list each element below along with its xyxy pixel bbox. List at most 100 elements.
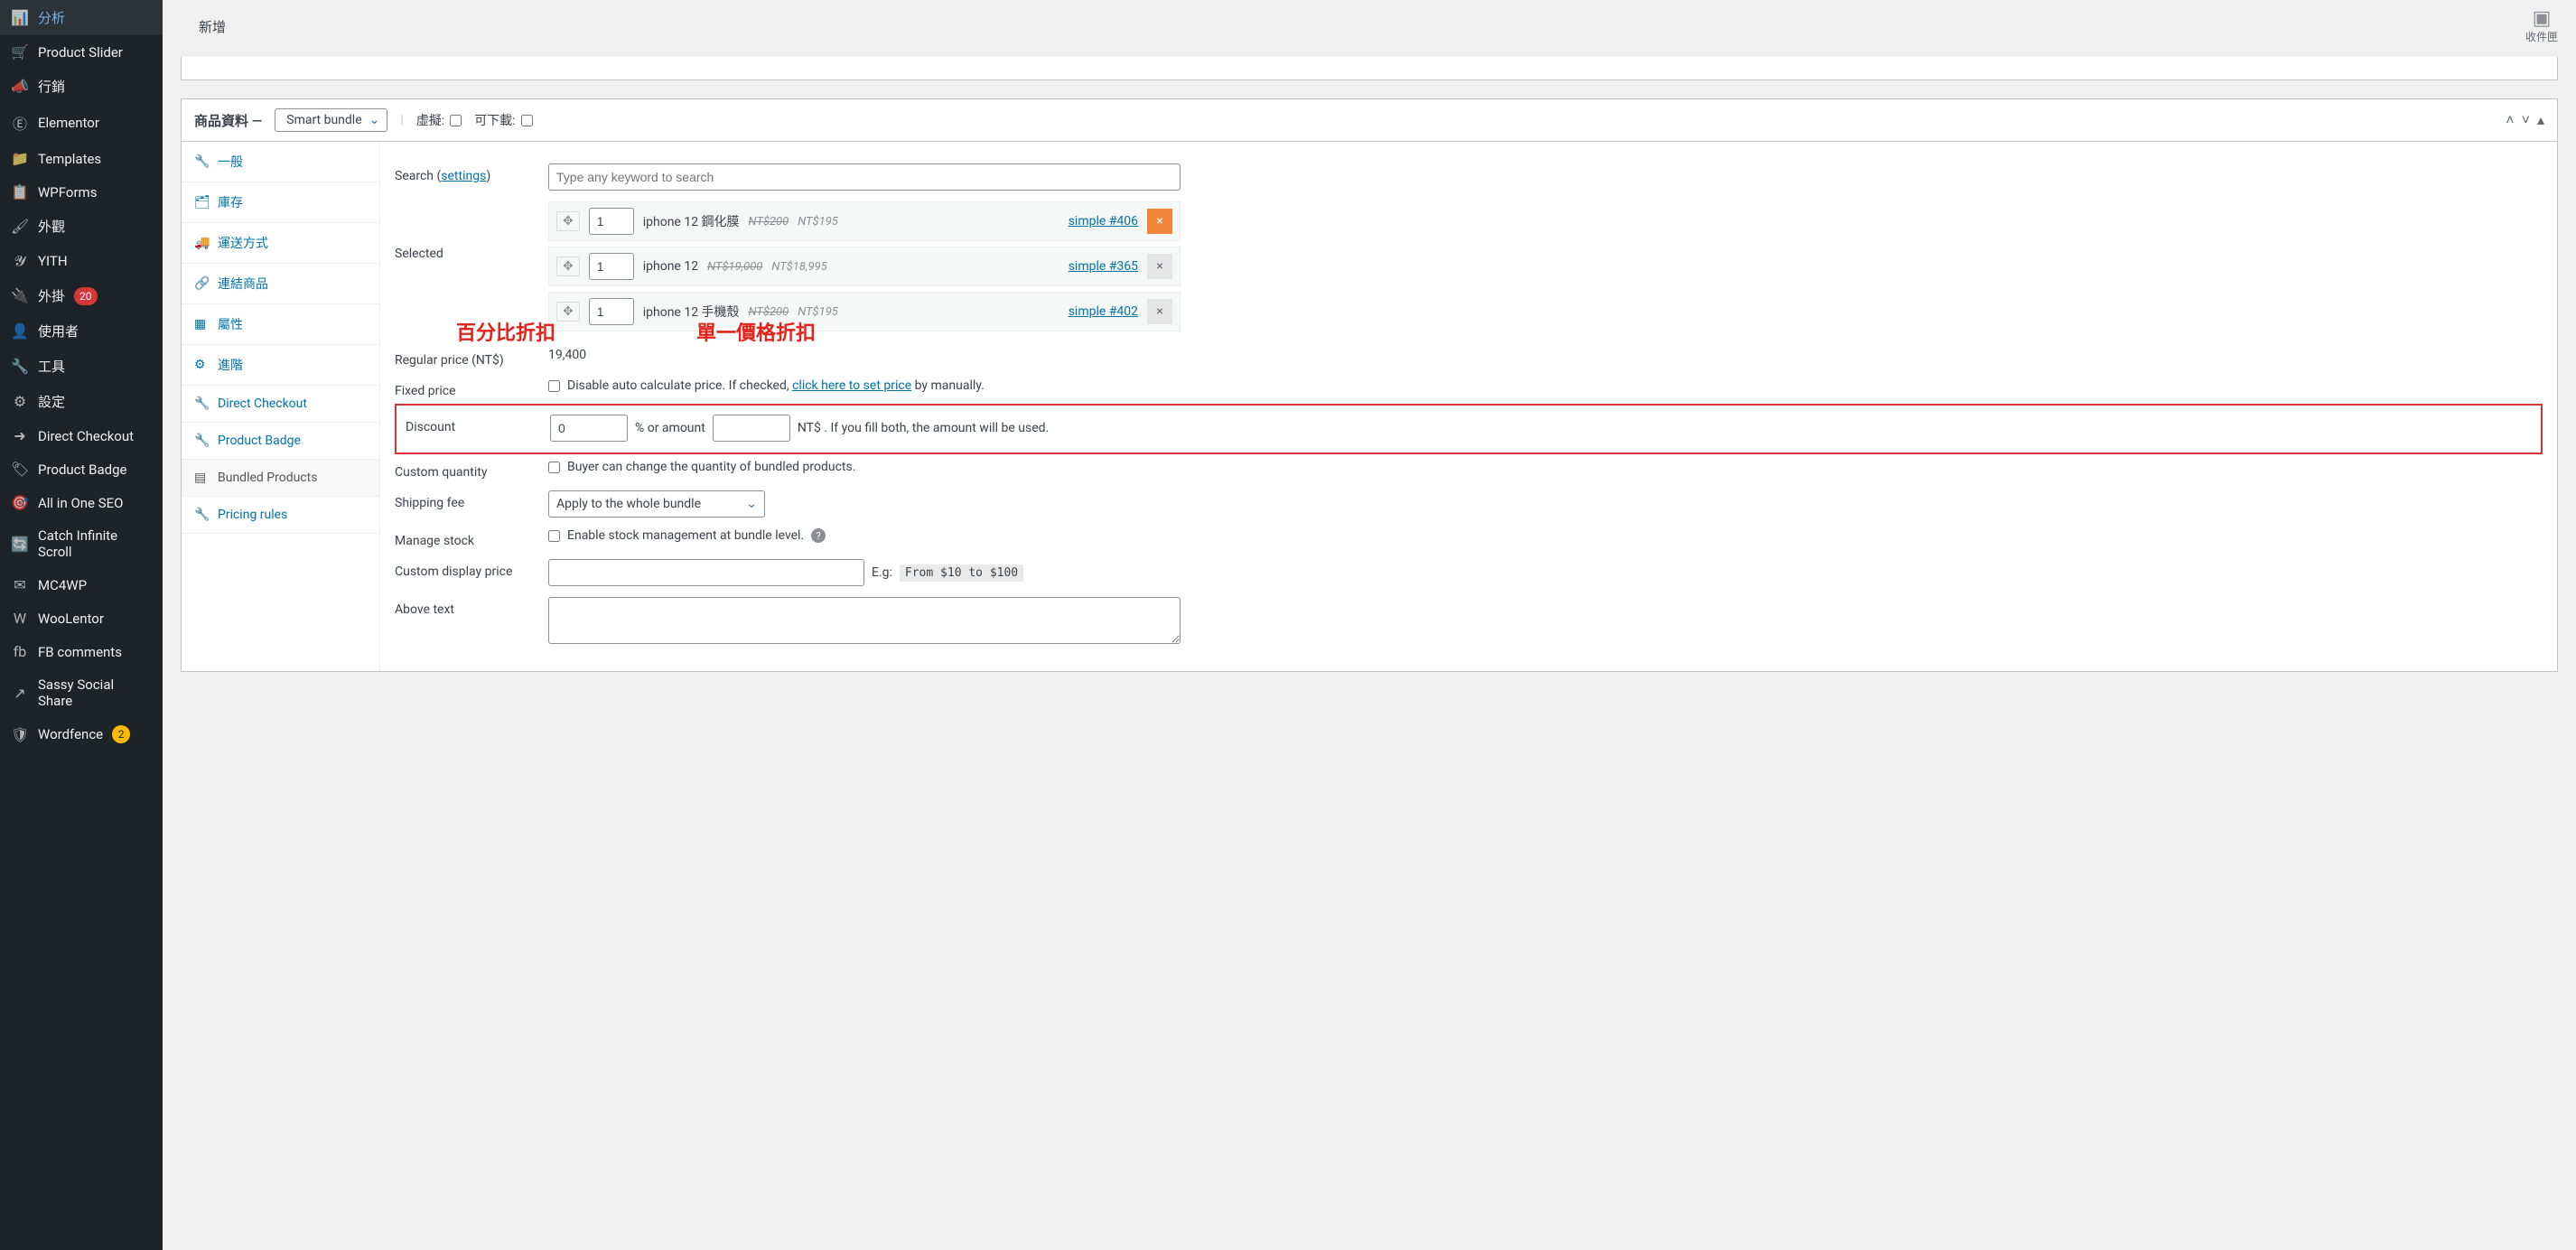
remove-button[interactable]: × xyxy=(1147,254,1172,279)
chevron-down-icon: ⌄ xyxy=(746,497,757,511)
bundle-item-qty-input[interactable] xyxy=(589,253,634,280)
sidebar-item[interactable]: 𝓨YITH xyxy=(0,244,163,278)
move-down-button[interactable]: ˅ xyxy=(2522,111,2530,129)
custom-quantity-checkbox[interactable] xyxy=(548,462,560,473)
tab-icon: ▤ xyxy=(194,471,209,485)
bundle-item-link[interactable]: simple #402 xyxy=(1069,304,1138,319)
sidebar-item[interactable]: ➜Direct Checkout xyxy=(0,419,163,452)
menu-icon: ⚙ xyxy=(11,393,29,410)
sidebar-item[interactable]: 📣行銷 xyxy=(0,69,163,104)
set-price-link[interactable]: click here to set price xyxy=(792,378,911,393)
tab-icon: 🚚 xyxy=(194,236,209,250)
menu-label: Templates xyxy=(38,151,101,167)
panel-tab[interactable]: 🚚運送方式 xyxy=(182,223,379,264)
virtual-checkbox[interactable] xyxy=(450,115,462,126)
count-badge: 2 xyxy=(112,725,130,743)
menu-icon: 🛒 xyxy=(11,43,29,61)
annotation-labels: 百分比折扣 單一價格折扣 xyxy=(456,317,816,346)
sidebar-item[interactable]: 📊分析 xyxy=(0,0,163,35)
menu-label: 行銷 xyxy=(38,77,65,96)
shipping-fee-select[interactable]: Apply to the whole bundle ⌄ xyxy=(548,490,765,518)
menu-label: Catch Infinite Scroll xyxy=(38,527,152,560)
sidebar-item[interactable]: 🏷Product Badge xyxy=(0,452,163,486)
sidebar-item[interactable]: ⚙設定 xyxy=(0,384,163,419)
menu-icon: Ⓔ xyxy=(11,112,29,134)
drag-handle[interactable]: ✥ xyxy=(556,257,580,276)
remove-button[interactable]: × xyxy=(1147,209,1172,234)
menu-icon: 🔧 xyxy=(11,358,29,375)
search-settings-link[interactable]: settings xyxy=(441,169,486,183)
inbox-button[interactable]: ▣ 收件匣 xyxy=(2525,9,2558,44)
sidebar-item[interactable]: 🔄 Catch Infinite Scroll xyxy=(0,519,163,568)
move-up-button[interactable]: ˄ xyxy=(2506,111,2514,129)
menu-icon: 🖌 xyxy=(11,218,29,235)
help-icon[interactable]: ? xyxy=(811,528,826,543)
bundle-item-old-price: NT$200 xyxy=(749,215,789,229)
bundle-item-name: iphone 12 鋼化膜 xyxy=(643,212,740,230)
sidebar-item[interactable]: 🖌外觀 xyxy=(0,209,163,244)
sidebar-item[interactable]: 🎯All in One SEO xyxy=(0,486,163,519)
panel-tab[interactable]: 🔧Pricing rules xyxy=(182,497,379,534)
manage-stock-checkbox[interactable] xyxy=(548,530,560,542)
virtual-label: 虛擬: xyxy=(416,111,444,129)
menu-label: Elementor xyxy=(38,115,99,131)
postbox-title: 商品資料 — xyxy=(194,111,262,130)
search-input[interactable] xyxy=(548,163,1181,191)
tab-label: Bundled Products xyxy=(218,471,317,485)
tab-label: 一般 xyxy=(218,153,243,171)
discount-amount-input[interactable] xyxy=(713,415,790,442)
annotation-amount-discount: 單一價格折扣 xyxy=(696,317,816,346)
custom-display-price-input[interactable] xyxy=(548,559,864,586)
bundle-item-qty-input[interactable] xyxy=(589,208,634,235)
sidebar-item[interactable]: ↗Sassy Social Share xyxy=(0,668,163,717)
panel-tab[interactable]: 🔧Product Badge xyxy=(182,423,379,460)
sidebar-item[interactable]: WWooLentor xyxy=(0,602,163,635)
sidebar-item[interactable]: 👤使用者 xyxy=(0,313,163,349)
panel-tab[interactable]: 🔧Direct Checkout xyxy=(182,386,379,423)
menu-label: Direct Checkout xyxy=(38,428,134,444)
menu-icon: 📋 xyxy=(11,183,29,201)
panel-tab[interactable]: 🔧 一般 xyxy=(182,142,379,182)
toggle-button[interactable]: ▴ xyxy=(2537,111,2544,129)
sidebar-item[interactable]: 🛡Wordfence2 xyxy=(0,717,163,751)
tab-label: 屬性 xyxy=(218,315,243,333)
discount-percent-input[interactable] xyxy=(550,415,628,442)
editor-placeholder xyxy=(181,57,2558,80)
menu-label: 外掛 xyxy=(38,286,65,305)
product-type-select[interactable]: Smart bundle ⌄ xyxy=(275,108,387,132)
bundle-item-price: NT$195 xyxy=(798,215,838,229)
bundle-item-link[interactable]: simple #406 xyxy=(1069,214,1138,229)
menu-label: WooLentor xyxy=(38,611,104,627)
panel-tab[interactable]: ⚙進階 xyxy=(182,345,379,386)
menu-label: YITH xyxy=(38,253,68,269)
remove-button[interactable]: × xyxy=(1147,299,1172,324)
product-data-postbox: 商品資料 — Smart bundle ⌄ | 虛擬: 可下載: ˄ ˅ ▴ � xyxy=(181,98,2558,672)
menu-label: 工具 xyxy=(38,357,65,376)
fixed-price-checkbox[interactable] xyxy=(548,380,560,392)
sidebar-item[interactable]: 📁Templates xyxy=(0,142,163,175)
menu-label: Sassy Social Share xyxy=(38,676,152,709)
sidebar-item[interactable]: 🛒Product Slider xyxy=(0,35,163,69)
sidebar-item[interactable]: 🔧 工具 xyxy=(0,349,163,384)
panel-tab[interactable]: 🔗連結商品 xyxy=(182,264,379,304)
menu-icon: 🔄 xyxy=(11,536,29,553)
sidebar-item[interactable]: 🔌外掛20 xyxy=(0,278,163,313)
menu-label: FB comments xyxy=(38,644,122,660)
bundled-products-panel: Search (settings) Selected ✥ iphone 12 鋼… xyxy=(380,142,2557,671)
above-text-textarea[interactable] xyxy=(548,597,1181,644)
panel-tab[interactable]: ▤ Bundled Products xyxy=(182,460,379,497)
postbox-handles: ˄ ˅ ▴ xyxy=(2506,111,2544,129)
tab-icon: 🔧 xyxy=(194,154,209,169)
tab-icon: ⚙ xyxy=(194,358,209,372)
panel-tab[interactable]: ▦屬性 xyxy=(182,304,379,345)
sidebar-item[interactable]: fbFB comments xyxy=(0,635,163,668)
sidebar-item[interactable]: 📋 WPForms xyxy=(0,175,163,209)
downloadable-checkbox[interactable] xyxy=(521,115,533,126)
tab-label: 連結商品 xyxy=(218,275,268,293)
sidebar-item[interactable]: ✉MC4WP xyxy=(0,568,163,602)
bundle-item-link[interactable]: simple #365 xyxy=(1069,259,1138,274)
menu-label: WPForms xyxy=(38,184,97,201)
sidebar-item[interactable]: Ⓔ Elementor xyxy=(0,104,163,142)
drag-handle[interactable]: ✥ xyxy=(556,211,580,231)
panel-tab[interactable]: 🗂庫存 xyxy=(182,182,379,223)
